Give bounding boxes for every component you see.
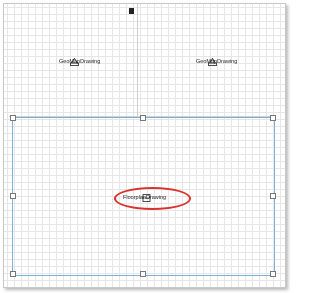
resize-handle-top-center[interactable] [140, 115, 146, 121]
resize-handle-top-left[interactable] [10, 115, 16, 121]
highlight-ellipse [114, 187, 191, 210]
viewport-geomap-right[interactable]: GeoMapDrawing [138, 4, 272, 117]
resize-handle-middle-left[interactable] [10, 193, 16, 199]
resize-handle-bottom-right[interactable] [270, 271, 276, 277]
viewport-floorplan-selected[interactable]: FloorplanDrawing [10, 115, 276, 277]
drawing-sheet: GeoMapDrawing GeoMapDrawing FloorplanDra… [3, 3, 286, 288]
viewport-label-geomap-left: GeoMapDrawing [59, 59, 101, 65]
viewport-marker-icon [70, 58, 79, 66]
resize-handle-bottom-left[interactable] [10, 271, 16, 277]
resize-handle-middle-right[interactable] [270, 193, 276, 199]
viewport-marker-icon [208, 58, 217, 66]
viewport-geomap-left[interactable]: GeoMapDrawing [9, 4, 138, 117]
resize-handle-bottom-center[interactable] [140, 271, 146, 277]
resize-handle-top-right[interactable] [270, 115, 276, 121]
